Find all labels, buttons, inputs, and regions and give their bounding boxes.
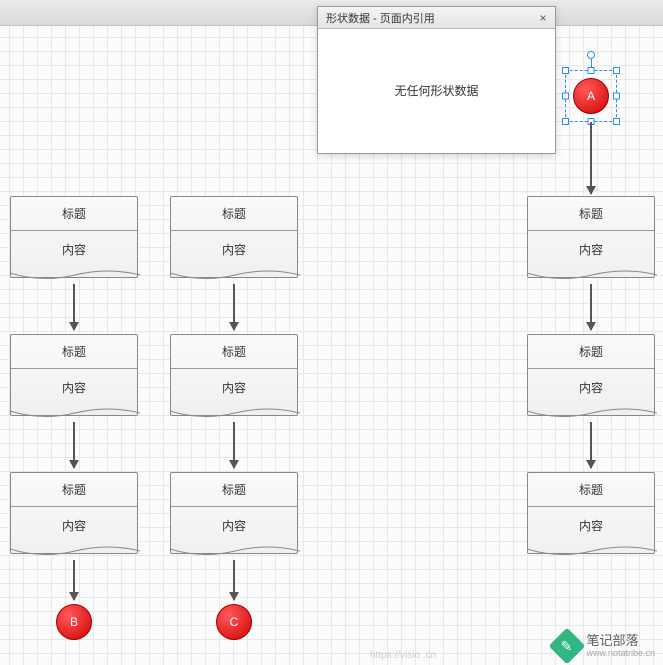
resize-handle[interactable] [588, 67, 595, 74]
panel-title: 形状数据 - 页面内引用 [326, 10, 435, 26]
close-button[interactable]: × [535, 10, 551, 26]
connector-arrow[interactable] [233, 422, 235, 468]
shape-content: 内容 [528, 507, 654, 545]
shape-content: 内容 [528, 369, 654, 407]
doc-shape[interactable]: 标题 内容 [170, 334, 298, 416]
connector-arrow[interactable] [590, 422, 592, 468]
connector-arrow[interactable] [233, 560, 235, 600]
resize-handle[interactable] [562, 118, 569, 125]
rotation-handle[interactable] [587, 51, 595, 59]
shape-content: 内容 [528, 231, 654, 269]
connector-arrow[interactable] [73, 560, 75, 600]
doc-shape[interactable]: 标题 内容 [10, 196, 138, 278]
shape-title: 标题 [171, 335, 297, 369]
site-watermark: ✎ 笔记部落 www.notatribe.cn [554, 633, 655, 659]
connector-arrow[interactable] [73, 284, 75, 330]
doc-shape[interactable]: 标题 内容 [170, 472, 298, 554]
shape-content: 内容 [11, 507, 137, 545]
shape-content: 内容 [171, 231, 297, 269]
panel-body: 无任何形状数据 [318, 29, 555, 151]
doc-wave-icon [10, 269, 140, 285]
doc-wave-icon [527, 407, 657, 423]
resize-handle[interactable] [562, 67, 569, 74]
shape-data-panel[interactable]: 形状数据 - 页面内引用 × 无任何形状数据 [317, 6, 556, 154]
connector-arrow[interactable] [590, 122, 592, 194]
shape-title: 标题 [528, 335, 654, 369]
watermark-url: www.notatribe.cn [586, 648, 655, 658]
resize-handle[interactable] [613, 118, 620, 125]
doc-shape[interactable]: 标题 内容 [527, 472, 655, 554]
doc-wave-icon [170, 269, 300, 285]
reference-circle-a[interactable]: A [573, 78, 609, 114]
reference-circle-b[interactable]: B [56, 604, 92, 640]
shape-content: 内容 [11, 231, 137, 269]
reference-circle-c[interactable]: C [216, 604, 252, 640]
resize-handle[interactable] [613, 67, 620, 74]
doc-wave-icon [527, 545, 657, 561]
shape-title: 标题 [171, 473, 297, 507]
connector-arrow[interactable] [73, 422, 75, 468]
doc-wave-icon [527, 269, 657, 285]
shape-content: 内容 [11, 369, 137, 407]
resize-handle[interactable] [562, 93, 569, 100]
faint-watermark: https://visio .cn [370, 650, 436, 661]
shape-title: 标题 [11, 197, 137, 231]
shape-content: 内容 [171, 507, 297, 545]
resize-handle[interactable] [613, 93, 620, 100]
doc-shape[interactable]: 标题 内容 [10, 334, 138, 416]
doc-wave-icon [10, 545, 140, 561]
shape-content: 内容 [171, 369, 297, 407]
doc-shape[interactable]: 标题 内容 [527, 196, 655, 278]
doc-shape[interactable]: 标题 内容 [170, 196, 298, 278]
pencil-icon: ✎ [549, 628, 586, 665]
doc-shape[interactable]: 标题 内容 [527, 334, 655, 416]
shape-title: 标题 [528, 473, 654, 507]
doc-wave-icon [10, 407, 140, 423]
shape-title: 标题 [171, 197, 297, 231]
doc-wave-icon [170, 407, 300, 423]
empty-message: 无任何形状数据 [394, 82, 478, 99]
shape-title: 标题 [528, 197, 654, 231]
connector-arrow[interactable] [233, 284, 235, 330]
close-icon: × [539, 11, 546, 25]
connector-arrow[interactable] [590, 284, 592, 330]
shape-title: 标题 [11, 335, 137, 369]
watermark-title: 笔记部落 [586, 634, 655, 648]
shape-title: 标题 [11, 473, 137, 507]
doc-shape[interactable]: 标题 内容 [10, 472, 138, 554]
panel-header[interactable]: 形状数据 - 页面内引用 × [318, 7, 555, 29]
doc-wave-icon [170, 545, 300, 561]
